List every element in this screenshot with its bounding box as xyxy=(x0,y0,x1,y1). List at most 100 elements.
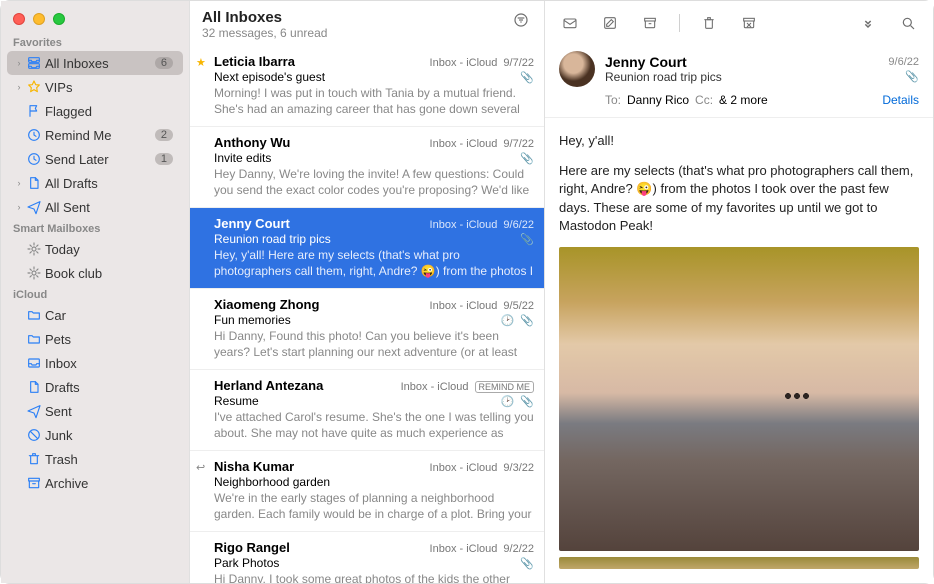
compose-button[interactable] xyxy=(599,12,621,34)
sidebar-item-send-later[interactable]: Send Later 1 xyxy=(7,147,183,171)
sidebar-badge: 6 xyxy=(155,57,173,69)
remind-me-badge: REMIND ME xyxy=(475,381,535,393)
search-button[interactable] xyxy=(897,12,919,34)
doc-icon xyxy=(25,175,43,191)
message-subject: Fun memories xyxy=(214,313,291,327)
sidebar-item-drafts[interactable]: Drafts xyxy=(7,375,183,399)
sidebar-item-vips[interactable]: › VIPs xyxy=(7,75,183,99)
cc-value[interactable]: & 2 more xyxy=(719,93,768,107)
message-date: 9/6/22 xyxy=(503,219,534,231)
sidebar-item-label: Inbox xyxy=(43,356,173,371)
sender-name: Herland Antezana xyxy=(214,378,323,393)
sidebar-item-label: All Inboxes xyxy=(43,56,155,71)
toolbar xyxy=(545,1,933,45)
sidebar-item-all-sent[interactable]: › All Sent xyxy=(7,195,183,219)
junk-button[interactable] xyxy=(738,12,760,34)
message-row[interactable]: Anthony WuInbox - iCloud9/7/22 Invite ed… xyxy=(190,127,544,208)
trash-icon xyxy=(25,451,43,467)
filter-button[interactable] xyxy=(510,9,532,31)
doc-icon xyxy=(25,379,43,395)
window-controls xyxy=(1,1,189,33)
sidebar-item-pets[interactable]: Pets xyxy=(7,327,183,351)
message-row[interactable]: Rigo Rangel Inbox - iCloud 9/2/22 Park Pho… xyxy=(190,532,544,583)
clock-icon xyxy=(25,127,43,143)
mailbox-label: Inbox - iCloud xyxy=(430,462,498,474)
message-preview: Hi Danny, Found this photo! Can you beli… xyxy=(214,329,534,361)
message-row[interactable]: Xiaomeng ZhongInbox - iCloud9/5/22 Fun m… xyxy=(190,289,544,370)
sidebar-item-all-drafts[interactable]: › All Drafts xyxy=(7,171,183,195)
sidebar-item-label: Trash xyxy=(43,452,173,467)
gear-icon xyxy=(25,265,43,281)
message-preview: Hey, y'all! Here are my selects (that's … xyxy=(214,248,534,280)
message-date: 9/6/22 xyxy=(888,56,919,68)
message-preview: Hi Danny, I took some great photos of th… xyxy=(214,572,534,583)
message-detail-pane: Jenny Court Reunion road trip pics 9/6/2… xyxy=(545,1,933,583)
toolbar-divider xyxy=(679,14,680,32)
close-window-button[interactable] xyxy=(13,13,25,25)
body-text: Here are my selects (that's what pro pho… xyxy=(559,162,919,235)
sidebar-badge: 1 xyxy=(155,153,173,165)
message-preview: Morning! I was put in touch with Tania b… xyxy=(214,86,534,118)
mark-read-button[interactable] xyxy=(559,12,581,34)
inbox-icon xyxy=(25,355,43,371)
more-button[interactable] xyxy=(857,12,879,34)
sidebar-item-label: Junk xyxy=(43,428,173,443)
sidebar-item-flagged[interactable]: Flagged xyxy=(7,99,183,123)
sidebar-section-title: iCloud xyxy=(1,285,189,303)
message-row[interactable]: ↩ Nisha KumarInbox - iCloud9/3/22 Neighb… xyxy=(190,451,544,532)
sender-name: Jenny Court xyxy=(214,216,290,231)
mailbox-label: Inbox - iCloud xyxy=(430,57,498,69)
mailbox-label: Inbox - iCloud xyxy=(430,300,498,312)
sidebar-item-archive[interactable]: Archive xyxy=(7,471,183,495)
sender-name: Nisha Kumar xyxy=(214,459,294,474)
message-list-pane: All Inboxes 32 messages, 6 unread ★ Leti… xyxy=(189,1,545,583)
to-value[interactable]: Danny Rico xyxy=(627,93,689,107)
mailbox-title: All Inboxes xyxy=(202,9,327,26)
disclosure-icon: › xyxy=(13,82,25,92)
disclosure-icon: › xyxy=(13,58,25,68)
attachment-image[interactable] xyxy=(559,247,919,551)
sender-name: Rigo Rangel xyxy=(214,540,290,555)
sidebar-item-sent[interactable]: Sent xyxy=(7,399,183,423)
star-icon: ★ xyxy=(196,56,206,69)
sidebar-item-label: Flagged xyxy=(43,104,173,119)
message-date: 9/2/22 xyxy=(503,543,534,555)
details-link[interactable]: Details xyxy=(882,93,919,107)
minimize-window-button[interactable] xyxy=(33,13,45,25)
sidebar-item-label: VIPs xyxy=(43,80,173,95)
attachment-icon: 📎 xyxy=(520,395,534,408)
delete-button[interactable] xyxy=(698,12,720,34)
message-subject: Next episode's guest xyxy=(214,70,325,84)
message-subject: Park Photos xyxy=(214,556,279,570)
sidebar-item-label: Drafts xyxy=(43,380,173,395)
message-row[interactable]: ★ Leticia IbarraInbox - iCloud9/7/22 Nex… xyxy=(190,46,544,127)
message-date: 9/3/22 xyxy=(503,462,534,474)
message-row[interactable]: Herland AntezanaInbox - iCloudREMIND ME … xyxy=(190,370,544,451)
mailbox-label: Inbox - iCloud xyxy=(430,543,498,555)
sidebar-item-inbox[interactable]: Inbox xyxy=(7,351,183,375)
sidebar-item-label: Send Later xyxy=(43,152,155,167)
sidebar-item-book-club[interactable]: Book club xyxy=(7,261,183,285)
sidebar-item-car[interactable]: Car xyxy=(7,303,183,327)
message-body: Hey, y'all! Here are my selects (that's … xyxy=(545,118,933,583)
sidebar-item-label: Pets xyxy=(43,332,173,347)
mailbox-subtitle: 32 messages, 6 unread xyxy=(202,26,327,40)
sidebar-section-title: Smart Mailboxes xyxy=(1,219,189,237)
attachment-image-2[interactable] xyxy=(559,557,919,569)
sidebar-item-trash[interactable]: Trash xyxy=(7,447,183,471)
gear-icon xyxy=(25,241,43,257)
attachment-icon: 📎 xyxy=(520,71,534,84)
sidebar-item-today[interactable]: Today xyxy=(7,237,183,261)
sidebar-item-junk[interactable]: Junk xyxy=(7,423,183,447)
sidebar-item-label: All Sent xyxy=(43,200,173,215)
attachment-icon: 📎 xyxy=(520,233,534,246)
sidebar-item-all-inboxes[interactable]: › All Inboxes 6 xyxy=(7,51,183,75)
archive-button[interactable] xyxy=(639,12,661,34)
sidebar-item-remind-me[interactable]: Remind Me 2 xyxy=(7,123,183,147)
sidebar-section-title: Favorites xyxy=(1,33,189,51)
message-row[interactable]: Jenny CourtInbox - iCloud9/6/22 Reunion … xyxy=(190,208,544,289)
sidebar-item-label: All Drafts xyxy=(43,176,173,191)
mailbox-label: Inbox - iCloud xyxy=(430,219,498,231)
clock-icon: 🕑 xyxy=(501,395,515,408)
zoom-window-button[interactable] xyxy=(53,13,65,25)
